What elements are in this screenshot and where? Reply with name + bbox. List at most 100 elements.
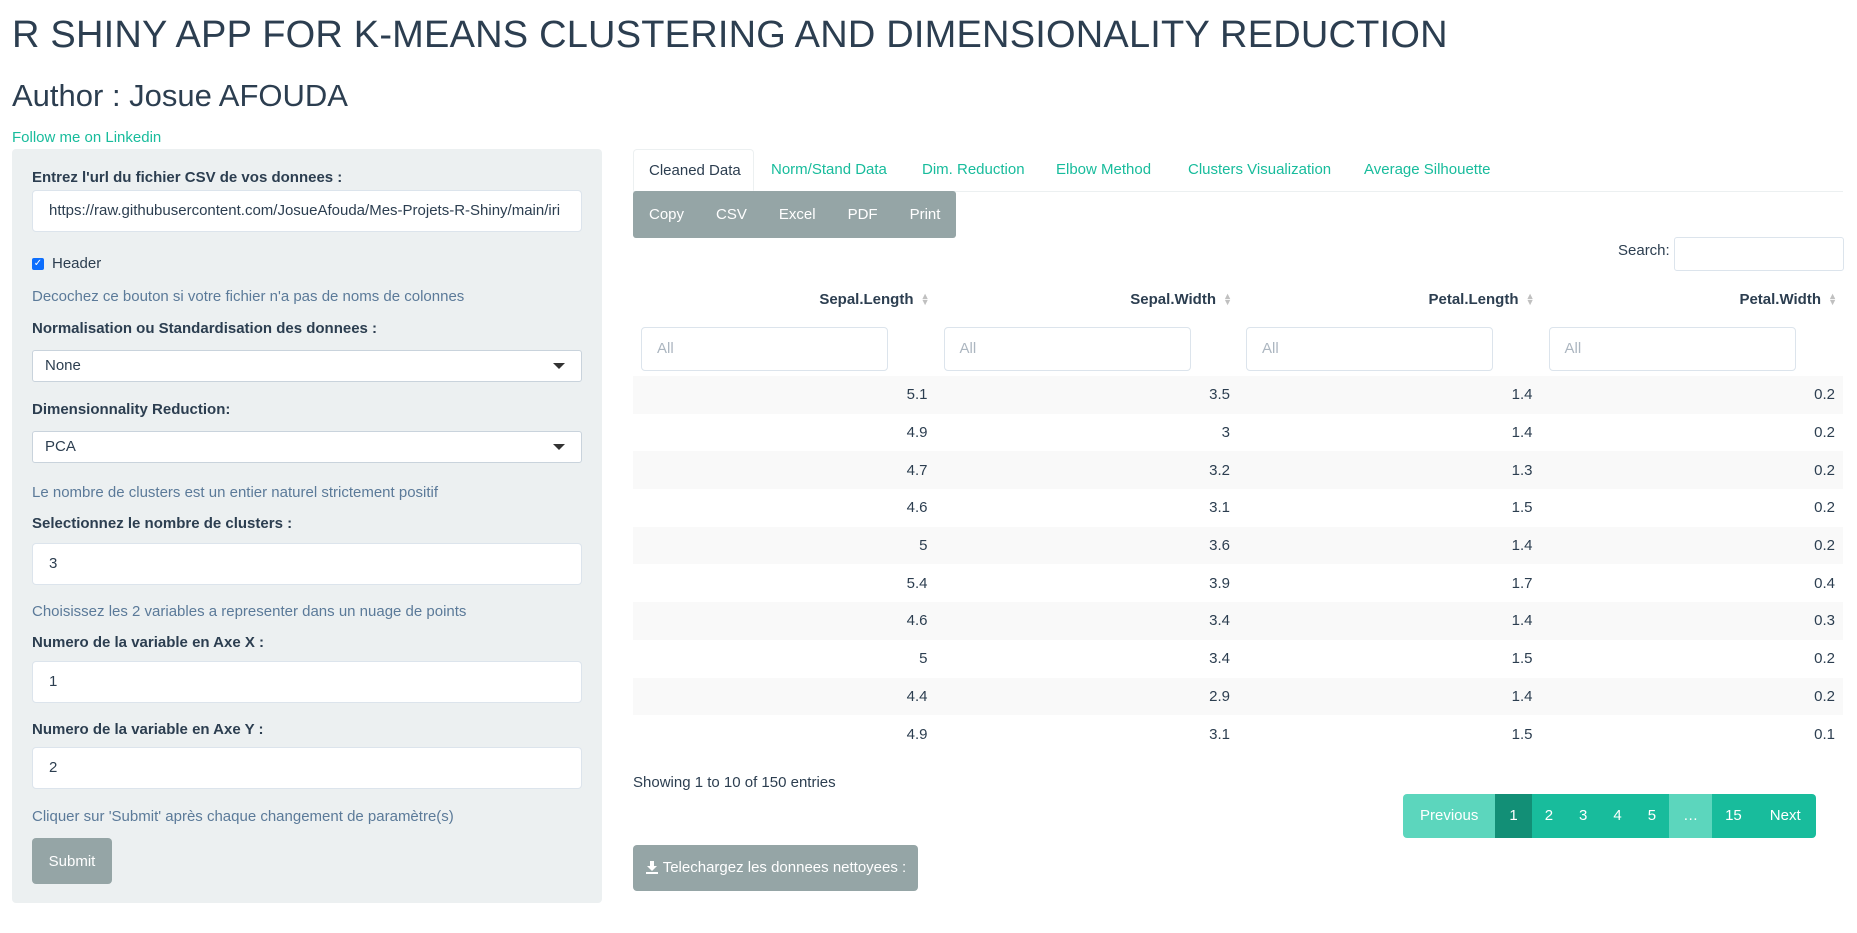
page-ellipsis: …	[1669, 794, 1713, 838]
table-cell: 4.9	[906, 424, 928, 442]
page-button-4[interactable]: 4	[1600, 794, 1635, 838]
tab-elbow-method[interactable]: Elbow Method	[1056, 149, 1151, 191]
table-cell: 4.7	[633, 451, 936, 490]
table-cell: 1.4	[1511, 424, 1533, 442]
y-axis-input[interactable]: 2	[32, 747, 582, 789]
column-header-petal-length[interactable]: Petal.Length ▲ ▼	[1238, 277, 1541, 321]
dim-select[interactable]: PCA	[32, 431, 582, 463]
column-header-sepal-length[interactable]: Sepal.Length ▲ ▼	[633, 277, 936, 321]
table-cell: 1.7	[1511, 574, 1533, 592]
table-row: 4.9 3 1.4 0.2	[633, 414, 1843, 452]
linkedin-link[interactable]: Follow me on Linkedin	[12, 129, 161, 146]
table-cell: 3.4	[1209, 650, 1230, 668]
excel-button[interactable]: Excel	[763, 191, 832, 238]
sort-icon: ▲ ▼	[920, 291, 930, 307]
table-cell: 0.2	[1814, 650, 1835, 668]
sort-icon: ▲ ▼	[1828, 291, 1837, 307]
download-button-label: Telechargez les donnees nettoyees :	[662, 859, 907, 876]
table-row: 4.7 3.2 1.3 0.2	[633, 451, 1843, 490]
chevron-down-icon	[553, 444, 565, 450]
header-checkbox-row[interactable]: ✓ Header	[32, 255, 101, 272]
page-button-15[interactable]: 15	[1712, 794, 1755, 838]
column-filter-input[interactable]: All	[1246, 326, 1493, 371]
table-cell: 5.4	[906, 574, 928, 592]
table-cell: 1.5	[1511, 650, 1533, 668]
norm-select[interactable]: None	[32, 350, 582, 382]
csv-button[interactable]: CSV	[700, 191, 763, 238]
table-cell: 0.2	[1814, 499, 1835, 517]
table-cell: 3.1	[1209, 725, 1230, 743]
table-cell: 3.9	[1209, 574, 1230, 592]
table-cell: 0.2	[1540, 526, 1843, 565]
dim-select-value: PCA	[45, 438, 76, 455]
url-label: Entrez l'url du fichier CSV de vos donne…	[32, 169, 343, 186]
previous-page-button[interactable]: Previous	[1403, 794, 1496, 838]
tab-cleaned-data[interactable]: Cleaned Data	[633, 149, 754, 191]
page-title: R SHINY APP FOR K-MEANS CLUSTERING AND D…	[12, 14, 1448, 56]
export-button-group: Copy CSV Excel PDF Print	[633, 191, 957, 238]
table-cell: 1.4	[1238, 376, 1541, 414]
column-filter-input[interactable]: All	[641, 326, 888, 371]
copy-button[interactable]: Copy	[633, 191, 700, 238]
page-button-5[interactable]: 5	[1634, 794, 1670, 838]
page-button-1[interactable]: 1	[1495, 794, 1532, 838]
table-cell: 5	[919, 650, 928, 668]
table-row: 4.9 3.1 1.5 0.1	[633, 715, 1843, 753]
column-filter-input[interactable]: All	[943, 326, 1191, 371]
url-input[interactable]: https://raw.githubusercontent.com/JosueA…	[32, 190, 582, 232]
tab-dim-reduction[interactable]: Dim. Reduction	[922, 149, 1025, 191]
table-cell: 5.1	[633, 376, 936, 414]
table-cell: 0.2	[1540, 451, 1843, 490]
table-cell: 0.2	[1540, 376, 1843, 414]
column-header-sepal-width[interactable]: Sepal.Width ▲ ▼	[936, 277, 1239, 321]
table-cell: 2.9	[935, 677, 1238, 716]
table-cell: 4.6	[633, 602, 936, 640]
pdf-button[interactable]: PDF	[832, 191, 894, 238]
x-axis-input[interactable]: 1	[32, 661, 582, 703]
table-cell: 3.4	[935, 602, 1238, 640]
table-info-text: Showing 1 to 10 of 150 entries	[633, 774, 836, 791]
table-row: 4.6 3.1 1.5 0.2	[633, 489, 1843, 527]
search-label: Search:	[1618, 242, 1670, 259]
search-input[interactable]	[1674, 237, 1844, 271]
column-header-petal-width[interactable]: Petal.Width ▲ ▼	[1541, 277, 1844, 321]
author-heading: Author : Josue AFOUDA	[12, 78, 348, 113]
data-table: Sepal.Length ▲ ▼ Sepal.Width ▲ ▼ Petal.Lengt…	[633, 277, 1843, 753]
vars-help-text: Choisissez les 2 variables a representer…	[32, 603, 467, 620]
filter-row: All All All All	[633, 321, 1843, 376]
tab-norm-stand-data[interactable]: Norm/Stand Data	[771, 149, 887, 191]
column-filter-input[interactable]: All	[1548, 326, 1796, 371]
page-button-2[interactable]: 2	[1531, 794, 1567, 838]
header-checkbox[interactable]: ✓	[32, 257, 44, 270]
x-axis-label: Numero de la variable en Axe X :	[32, 634, 265, 651]
pagination: Previous 1 2 3 4 5 … 15 Next	[1403, 794, 1816, 838]
page-button-3[interactable]: 3	[1566, 794, 1601, 838]
submit-help-text: Cliquer sur 'Submit' après chaque change…	[32, 808, 454, 825]
table-cell: 1.4	[1238, 602, 1541, 640]
table-row: 4.4 2.9 1.4 0.2	[633, 677, 1843, 716]
table-cell: 3.5	[935, 376, 1238, 414]
norm-select-value: None	[45, 357, 81, 374]
download-icon	[645, 861, 658, 874]
table-cell: 1.3	[1238, 451, 1541, 490]
submit-button[interactable]: Submit	[32, 838, 112, 884]
tab-average-silhouette[interactable]: Average Silhouette	[1364, 149, 1490, 191]
table-cell: 4.4	[633, 677, 936, 716]
chevron-down-icon	[553, 363, 565, 369]
y-axis-label: Numero de la variable en Axe Y :	[32, 721, 264, 738]
table-cell: 1.4	[1238, 526, 1541, 565]
print-button[interactable]: Print	[894, 191, 957, 238]
next-page-button[interactable]: Next	[1754, 794, 1816, 838]
table-cell: 0.4	[1814, 574, 1835, 592]
tab-clusters-visualization[interactable]: Clusters Visualization	[1188, 149, 1331, 191]
download-button[interactable]: Telechargez les donnees nettoyees :	[633, 845, 918, 891]
table-cell: 0.2	[1814, 424, 1835, 442]
table-cell: 1.5	[1511, 499, 1533, 517]
tab-bar: Cleaned Data Norm/Stand Data Dim. Reduct…	[633, 149, 1843, 192]
sidebar-panel: Entrez l'url du fichier CSV de vos donne…	[12, 149, 602, 903]
table-cell: 0.1	[1814, 725, 1835, 743]
header-help-text: Decochez ce bouton si votre fichier n'a …	[32, 288, 465, 305]
clusters-input[interactable]: 3	[32, 543, 582, 585]
table-row: 5 3.6 1.4 0.2	[633, 526, 1843, 565]
table-cell: 3.6	[935, 526, 1238, 565]
